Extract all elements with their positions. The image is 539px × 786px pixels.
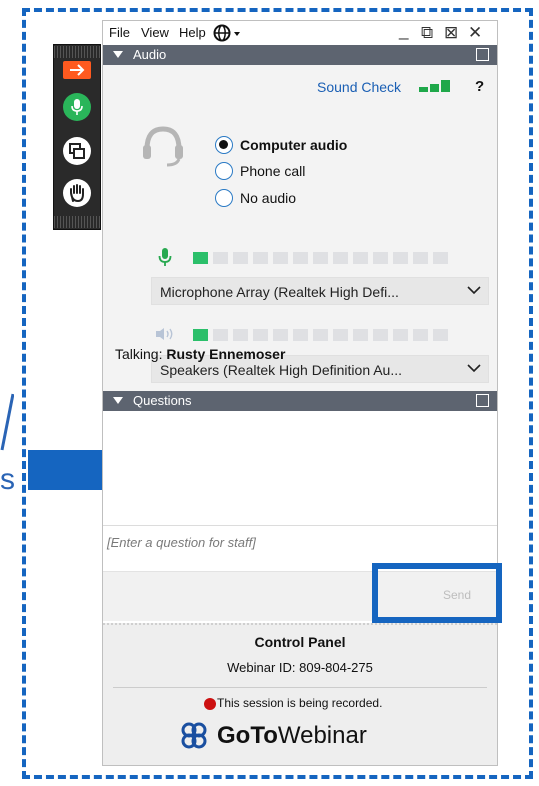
toolbar-mic-button[interactable]	[63, 93, 91, 121]
control-panel-footer: Control Panel Webinar ID: 809-804-275 Th…	[103, 623, 497, 765]
meter-cell	[213, 252, 228, 264]
chevron-down-icon	[467, 364, 481, 373]
clipped-slash-mark	[0, 393, 14, 451]
meter-cell	[313, 329, 328, 341]
globe-icon[interactable]	[213, 24, 243, 42]
meter-cell	[233, 329, 248, 341]
microphone-icon	[71, 99, 83, 115]
toolbar-grip-bottom[interactable]	[54, 216, 100, 228]
toolbar-screen-button[interactable]	[63, 137, 91, 165]
meter-cell	[413, 329, 428, 341]
meter-cell	[433, 252, 448, 264]
meter-cell	[373, 252, 388, 264]
recording-dot-icon	[204, 698, 216, 710]
menu-file[interactable]: File	[109, 25, 130, 40]
sound-check-link[interactable]: Sound Check	[317, 79, 401, 95]
meter-cell	[413, 252, 428, 264]
radio-label: Computer audio	[240, 137, 348, 153]
gotowebinar-logo-icon	[181, 722, 207, 749]
popout-button[interactable]: ⊠	[444, 23, 458, 43]
questions-section-title: Questions	[133, 393, 192, 408]
meter-cell	[273, 329, 288, 341]
screenshot-stage: s File View Help _ ⧉ ⊠ ✕ Audio Sound Che…	[0, 0, 539, 786]
close-button[interactable]: ✕	[468, 23, 482, 43]
meter-cell	[393, 252, 408, 264]
chevron-down-icon	[467, 286, 481, 295]
meter-cell	[233, 252, 248, 264]
meter-cell	[273, 252, 288, 264]
meter-cell	[193, 329, 208, 341]
toolbar-hand-button[interactable]	[63, 179, 91, 207]
meter-cell	[193, 252, 208, 264]
footer-divider	[113, 687, 487, 688]
popout-section-icon[interactable]	[476, 48, 489, 61]
meter-cell	[333, 329, 348, 341]
speaker-icon	[156, 328, 173, 340]
radio-phone-call[interactable]: Phone call	[215, 161, 305, 181]
popout-section-icon[interactable]	[476, 394, 489, 407]
question-input-placeholder: [Enter a question for staff]	[107, 535, 256, 550]
audio-panel: Sound Check ? Computer audio Phone call	[103, 65, 497, 391]
audio-section-title: Audio	[133, 47, 167, 62]
logo-webinar: Webinar	[277, 722, 367, 749]
collapse-triangle-icon	[113, 397, 123, 404]
raise-hand-icon	[70, 184, 84, 203]
collapse-triangle-icon	[113, 51, 123, 58]
toolbar-grip-top[interactable]	[54, 46, 100, 58]
send-button-highlight-box	[372, 563, 502, 623]
meter-cell	[353, 329, 368, 341]
screen-share-icon	[69, 143, 85, 159]
radio-label: Phone call	[240, 163, 306, 179]
microphone-select-value: Microphone Array (Realtek High Defi...	[160, 284, 399, 300]
meter-cell	[293, 252, 308, 264]
arrow-right-icon	[70, 64, 85, 76]
meter-cell	[253, 329, 268, 341]
meter-cell	[213, 329, 228, 341]
meter-cell	[393, 329, 408, 341]
minimize-button[interactable]: _	[399, 21, 408, 41]
webinar-id: Webinar ID: 809-804-275	[227, 660, 373, 675]
gotowebinar-logo: GoToWebinar	[179, 721, 439, 751]
meter-cell	[253, 252, 268, 264]
talking-indicator: Talking: Rusty Ennemoser	[115, 346, 285, 362]
radio-button[interactable]	[215, 162, 233, 180]
meter-cell	[313, 252, 328, 264]
radio-button[interactable]	[215, 189, 233, 207]
radio-no-audio[interactable]: No audio	[215, 188, 296, 208]
side-toolbar	[53, 44, 101, 230]
radio-button-selected[interactable]	[215, 136, 233, 154]
microphone-icon	[158, 248, 172, 266]
menu-view[interactable]: View	[141, 25, 169, 40]
control-panel-window: File View Help _ ⧉ ⊠ ✕ Audio Sound Check	[102, 20, 498, 766]
questions-section-header[interactable]: Questions	[103, 391, 497, 411]
toolbar-collapse-button[interactable]	[63, 61, 91, 79]
restore-button[interactable]: ⧉	[421, 23, 433, 43]
control-panel-title: Control Panel	[254, 634, 346, 650]
logo-goto: GoTo	[217, 722, 278, 749]
help-question-button[interactable]: ?	[475, 78, 484, 95]
menu-bar: File View Help _ ⧉ ⊠ ✕	[103, 21, 497, 45]
radio-label: No audio	[240, 190, 297, 206]
headset-icon	[143, 126, 183, 167]
signal-strength-icon	[419, 80, 450, 92]
radio-computer-audio[interactable]: Computer audio	[215, 135, 347, 155]
meter-cell	[433, 329, 448, 341]
menu-help[interactable]: Help	[179, 25, 206, 40]
clipped-glyph: s	[0, 466, 14, 494]
meter-cell	[333, 252, 348, 264]
talking-name: Rusty Ennemoser	[166, 346, 286, 362]
meter-cell	[373, 329, 388, 341]
recording-notice: This session is being recorded.	[217, 696, 383, 710]
talking-label: Talking:	[115, 346, 163, 362]
questions-log	[103, 411, 497, 523]
meter-cell	[293, 329, 308, 341]
audio-section-header[interactable]: Audio	[103, 45, 497, 65]
microphone-select[interactable]: Microphone Array (Realtek High Defi...	[151, 277, 489, 305]
gotowebinar-logo-text: GoToWebinar	[217, 721, 367, 751]
meter-cell	[353, 252, 368, 264]
speaker-select-value: Speakers (Realtek High Definition Au...	[160, 362, 403, 378]
